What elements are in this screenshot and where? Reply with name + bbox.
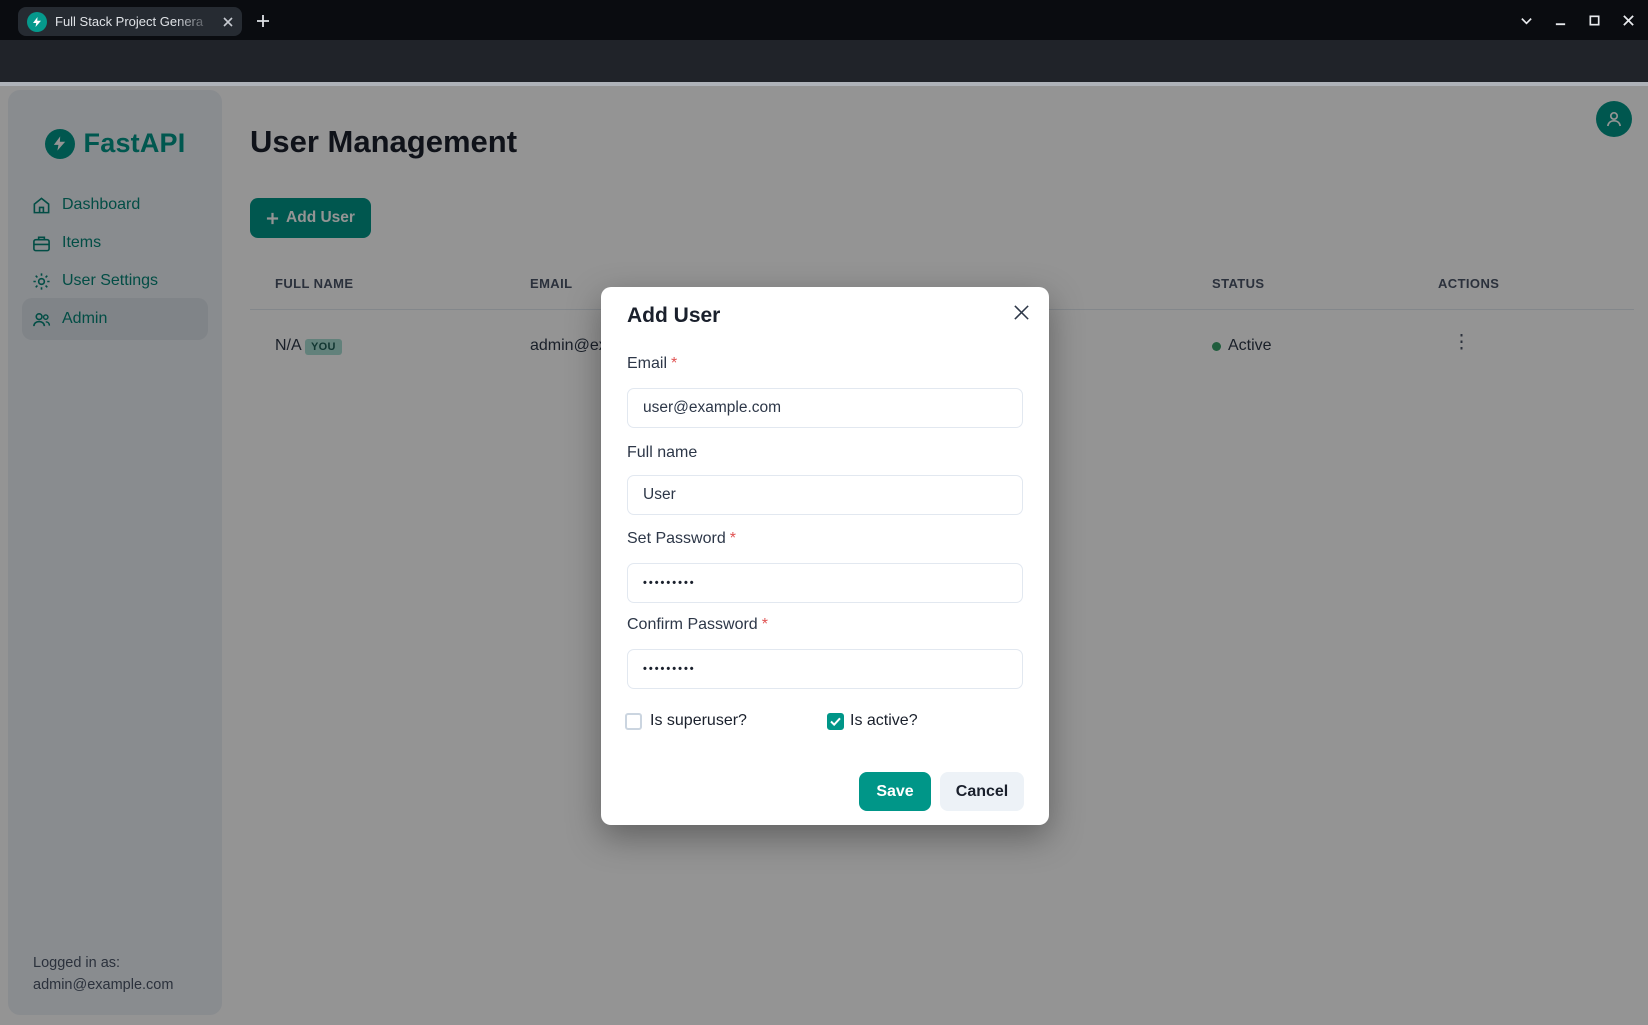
email-label: Email*: [627, 355, 677, 373]
tab-close-icon[interactable]: [222, 16, 234, 28]
page-top-strip: [0, 82, 1648, 86]
browser-titlebar: Full Stack Project Genera: [0, 0, 1648, 40]
new-tab-icon[interactable]: [250, 8, 276, 34]
page-content: FastAPI Dashboard Items User Settings Ad…: [0, 82, 1648, 1025]
full-name-label: Full name*: [627, 444, 697, 462]
confirm-password-label: Confirm Password*: [627, 616, 768, 634]
email-field[interactable]: [627, 388, 1023, 428]
is-superuser-label: Is superuser?: [650, 712, 747, 730]
set-password-label: Set Password*: [627, 530, 736, 548]
is-active-label: Is active?: [850, 712, 918, 730]
save-button[interactable]: Save: [859, 772, 931, 811]
confirm-password-field[interactable]: [627, 649, 1023, 689]
fastapi-favicon-icon: [27, 12, 47, 32]
is-active-checkbox[interactable]: [827, 713, 844, 730]
window-maximize-icon[interactable]: [1582, 8, 1606, 32]
browser-toolbar: localhost/admin 1: [0, 40, 1648, 82]
tab-title: Full Stack Project Genera: [55, 14, 222, 29]
window-close-icon[interactable]: [1616, 8, 1640, 32]
add-user-modal: Add User Email* Full name* Set Password*…: [601, 287, 1049, 825]
cancel-button[interactable]: Cancel: [940, 772, 1024, 811]
tab-search-chevron-icon[interactable]: [1514, 8, 1538, 32]
browser-tab[interactable]: Full Stack Project Genera: [18, 7, 242, 36]
full-name-field[interactable]: [627, 475, 1023, 515]
modal-close-icon[interactable]: [1008, 299, 1034, 325]
is-superuser-checkbox[interactable]: [625, 713, 642, 730]
set-password-field[interactable]: [627, 563, 1023, 603]
window-minimize-icon[interactable]: [1548, 8, 1572, 32]
modal-title: Add User: [627, 304, 720, 328]
